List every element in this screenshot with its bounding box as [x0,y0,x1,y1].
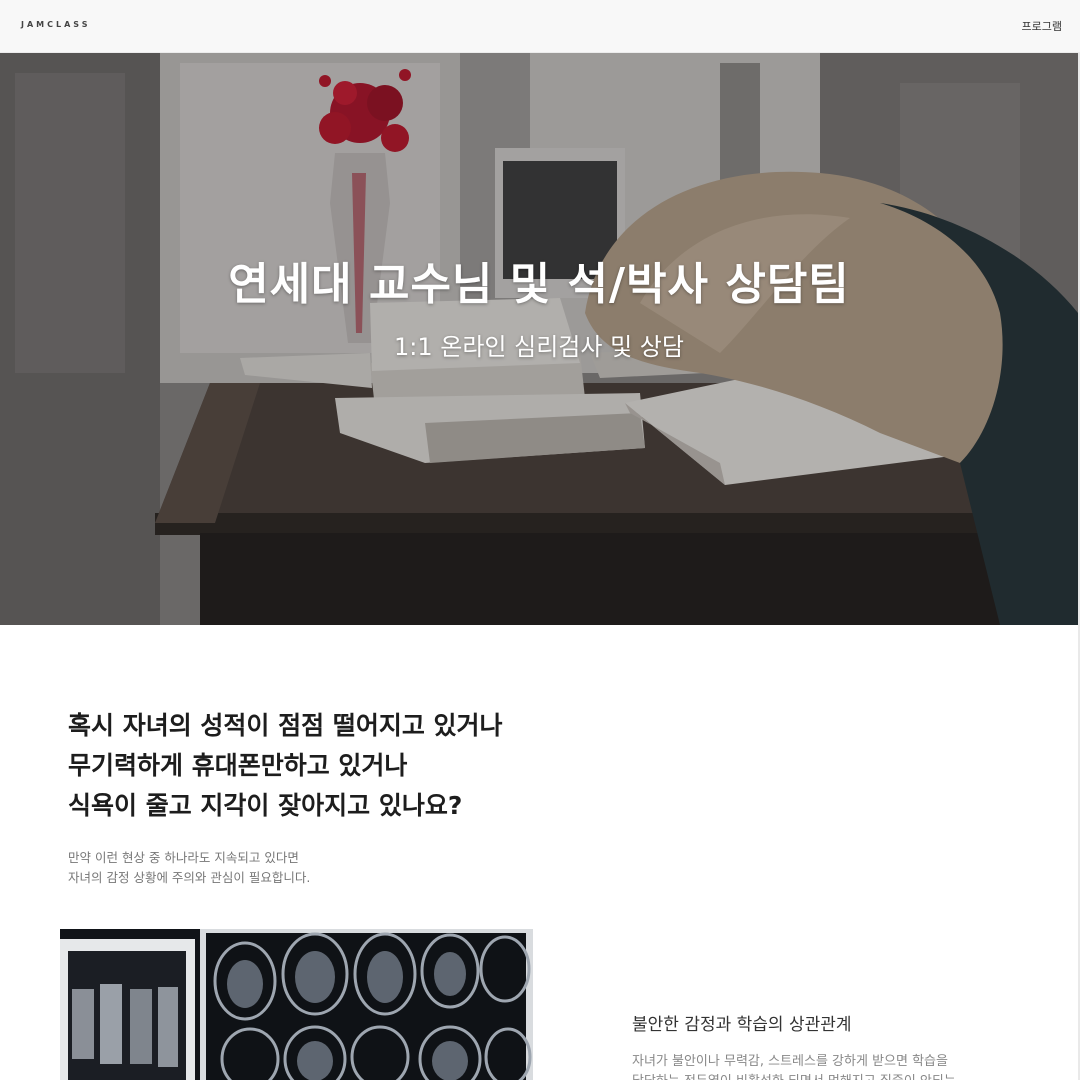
intro-heading: 혹시 자녀의 성적이 점점 떨어지고 있거나 무기력하게 휴대폰만하고 있거나 … [68,706,628,826]
feature-body-line: 자녀가 불안이나 무력감, 스트레스를 강하게 받으면 학습을 [632,1054,948,1069]
intro-heading-line: 식욕이 줄고 지각이 잦아지고 있나요? [68,791,463,820]
hero-subtitle: 1:1 온라인 심리검사 및 상담 [394,333,684,361]
intro-description-line: 자녀의 감정 상황에 주의와 관심이 필요합니다. [68,870,311,885]
feature-body-line: 담당하는 전두엽이 비활성화 되면서 멍해지고 집중이 안되는 [632,1072,992,1080]
intro-heading-line: 혹시 자녀의 성적이 점점 떨어지고 있거나 [68,711,503,740]
intro-description-line: 만약 이런 현상 중 하나라도 지속되고 있다면 [68,850,299,865]
site-logo[interactable]: JAMCLASS [21,20,90,29]
brain-scan-illustration [60,929,533,1080]
hero-title: 연세대 교수님 및 석/박사 상담팀 [228,259,850,310]
feature-title: 불안한 감정과 학습의 상관관계 [632,1015,852,1035]
intro-heading-line: 무기력하게 휴대폰만하고 있거나 [68,751,408,780]
intro-description: 만약 이런 현상 중 하나라도 지속되고 있다면 자녀의 감정 상황에 주의와 … [68,848,310,888]
top-navigation-bar: JAMCLASS 프로그램 [0,0,1080,53]
feature-body: 자녀가 불안이나 무력감, 스트레스를 강하게 받으면 학습을 담당하는 전두엽… [632,1052,992,1080]
hero-banner: 연세대 교수님 및 석/박사 상담팀 1:1 온라인 심리검사 및 상담 [0,53,1078,625]
nav-link-program[interactable]: 프로그램 [1022,18,1062,34]
brain-scan-image [60,929,533,1080]
